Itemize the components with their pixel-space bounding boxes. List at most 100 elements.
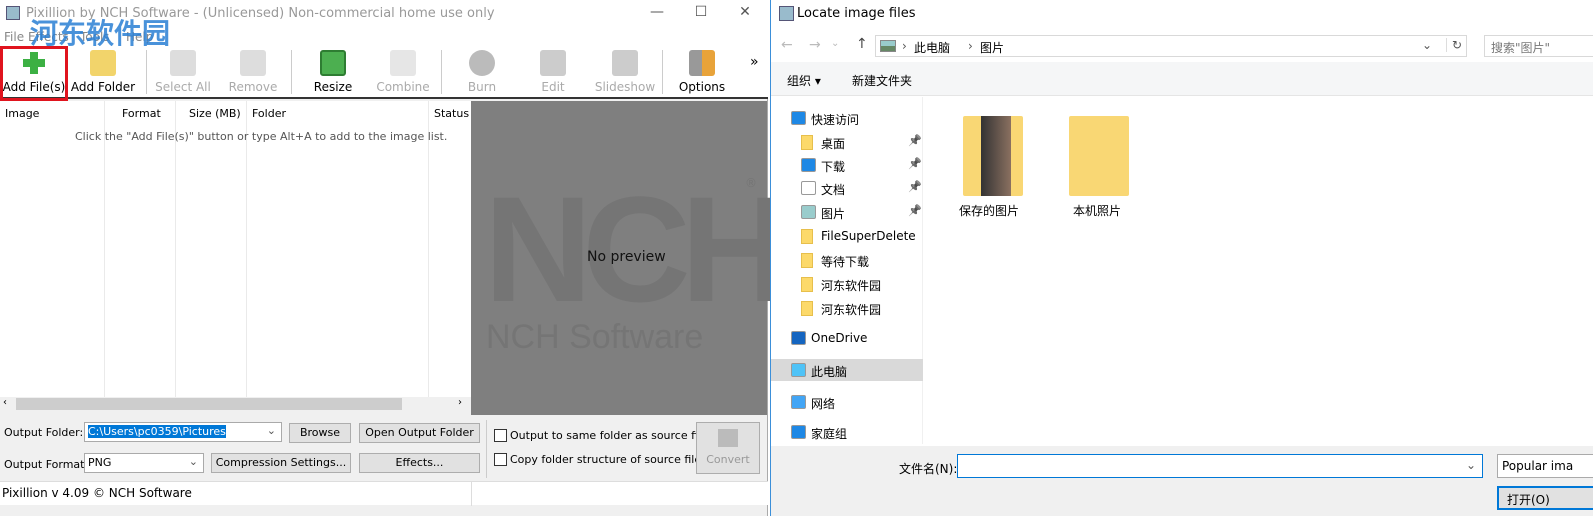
label: Add Folder <box>70 80 136 94</box>
new-folder-button[interactable]: 新建文件夹 <box>852 72 912 89</box>
organize-button[interactable]: 组织 ▾ <box>787 72 821 89</box>
convert-button[interactable]: Convert <box>696 422 760 474</box>
registered-mark: ® <box>745 176 757 190</box>
folder-item[interactable]: 本机照片 <box>1069 116 1129 219</box>
breadcrumb-this-pc[interactable]: 此电脑 <box>914 39 950 56</box>
app-icon <box>6 6 20 20</box>
add-folder-button[interactable]: Add Folder <box>70 48 136 98</box>
scrollbar-thumb[interactable] <box>16 398 402 410</box>
filename-label: 文件名(N): <box>899 462 958 476</box>
browse-button[interactable]: Browse <box>289 423 351 443</box>
sidebar-item[interactable]: 河东软件园 <box>771 297 923 319</box>
chevron-down-icon[interactable]: ⌄ <box>1466 458 1476 472</box>
output-folder-input[interactable]: C:\Users\pc0359\Pictures ⌄ <box>84 422 282 442</box>
combine-icon <box>390 50 416 76</box>
folder-item[interactable]: 保存的图片 <box>959 116 1023 219</box>
select-all-button[interactable]: Select All <box>154 48 212 98</box>
remove-button[interactable]: Remove <box>226 48 280 98</box>
options-button[interactable]: Options <box>676 48 728 98</box>
recent-dropdown[interactable]: ⌄ <box>831 38 839 49</box>
status-text: Pixillion v 4.09 © NCH Software <box>2 486 192 500</box>
breadcrumb-pictures[interactable]: 图片 <box>980 39 1004 56</box>
more-tools-button[interactable]: » <box>750 54 759 70</box>
forward-button[interactable]: → <box>809 37 821 53</box>
scroll-left-icon[interactable]: ‹ <box>3 397 7 408</box>
divider <box>291 50 292 94</box>
folder-icon <box>801 301 813 316</box>
sidebar-item[interactable]: 桌面 📌 <box>771 131 923 153</box>
column-format[interactable]: Format <box>122 107 161 120</box>
column-image[interactable]: Image <box>5 107 39 120</box>
divider <box>441 50 442 94</box>
chevron-down-icon[interactable]: ⌄ <box>267 424 276 437</box>
column-folder[interactable]: Folder <box>252 107 286 120</box>
file-type-filter[interactable]: Popular ima <box>1497 454 1593 478</box>
search-input[interactable]: 搜索"图片" <box>1484 35 1593 57</box>
pin-icon[interactable]: 📌 <box>908 180 922 193</box>
chevron-down-icon[interactable]: ⌄ <box>189 455 198 468</box>
copy-structure-checkbox[interactable] <box>494 453 507 466</box>
edit-button[interactable]: Edit <box>530 48 576 98</box>
up-button[interactable]: ↑ <box>856 36 868 52</box>
column-status[interactable]: Status <box>434 107 469 120</box>
sidebar-item[interactable]: 文档 📌 <box>771 177 923 199</box>
output-format-label: Output Format: <box>4 458 89 471</box>
open-button[interactable]: 打开(O) <box>1497 486 1593 510</box>
sidebar-item[interactable]: 等待下载 <box>771 249 923 271</box>
divider <box>428 101 429 397</box>
folder-thumbnail-icon <box>963 116 1023 196</box>
same-folder-checkbox[interactable] <box>494 429 507 442</box>
slideshow-button[interactable]: Slideshow <box>594 48 656 98</box>
sidebar-item[interactable]: 图片 📌 <box>771 201 923 223</box>
label: Remove <box>228 80 278 94</box>
resize-button[interactable]: Resize <box>305 48 361 98</box>
sidebar-item[interactable]: 下载 📌 <box>771 154 923 176</box>
pin-icon[interactable]: 📌 <box>908 204 922 217</box>
star-icon <box>791 111 806 125</box>
sidebar-item-label: FileSuperDelete <box>821 229 916 243</box>
filename-input[interactable]: ⌄ <box>957 454 1483 478</box>
menu-file[interactable]: File <box>4 30 24 44</box>
open-output-folder-button[interactable]: Open Output Folder <box>359 423 480 443</box>
compression-settings-button[interactable]: Compression Settings... <box>211 453 351 473</box>
burn-button[interactable]: Burn <box>458 48 506 98</box>
folder-add-icon <box>90 50 116 76</box>
sidebar-item[interactable]: 此电脑 <box>771 359 923 381</box>
picture-icon <box>880 40 896 52</box>
output-format-select[interactable]: PNG ⌄ <box>84 453 204 473</box>
document-icon <box>801 181 816 195</box>
combine-button[interactable]: Combine <box>374 48 432 98</box>
maximize-button[interactable]: ☐ <box>686 4 716 24</box>
sidebar-item[interactable]: 河东软件园 <box>771 273 923 295</box>
refresh-icon[interactable]: ↻ <box>1446 38 1462 52</box>
status-bar: Pixillion v 4.09 © NCH Software <box>0 481 768 506</box>
sidebar-item[interactable]: 快速访问 <box>771 107 923 129</box>
back-button[interactable]: ← <box>781 37 793 53</box>
sidebar-item[interactable]: OneDrive <box>771 327 923 349</box>
divider <box>175 101 176 397</box>
image-list[interactable]: Image Format Size (MB) Folder Status Cli… <box>0 101 471 397</box>
sidebar-item-label: 网络 <box>811 397 836 411</box>
pin-icon[interactable]: 📌 <box>908 157 922 170</box>
column-size[interactable]: Size (MB) <box>189 107 241 120</box>
folder-icon <box>801 277 813 292</box>
address-bar[interactable]: › 此电脑 › 图片 ⌄ ↻ <box>875 35 1467 57</box>
locate-files-dialog: Locate image files ← → ⌄ ↑ › 此电脑 › 图片 ⌄ … <box>770 0 1593 516</box>
pin-icon[interactable]: 📌 <box>908 134 922 147</box>
sidebar-item[interactable]: FileSuperDelete <box>771 225 923 247</box>
select-all-icon <box>170 50 196 76</box>
pixillion-window: Pixillion by NCH Software - (Unlicensed)… <box>0 0 789 516</box>
scroll-right-icon[interactable]: › <box>458 397 462 408</box>
label: Combine <box>376 80 430 94</box>
close-button[interactable]: ✕ <box>730 4 760 24</box>
minimize-button[interactable]: — <box>642 4 672 24</box>
chevron-down-icon[interactable]: ⌄ <box>1422 38 1432 52</box>
sidebar-item[interactable]: 网络 <box>771 391 923 413</box>
effects-button[interactable]: Effects... <box>359 453 480 473</box>
divider <box>246 101 247 397</box>
highlight-box <box>0 46 68 101</box>
horizontal-scrollbar[interactable]: ‹ › <box>0 397 471 411</box>
output-folder-label: Output Folder: <box>4 426 84 439</box>
sidebar-item[interactable]: 家庭组 <box>771 421 923 443</box>
sidebar-item-label: 图片 <box>821 207 846 221</box>
